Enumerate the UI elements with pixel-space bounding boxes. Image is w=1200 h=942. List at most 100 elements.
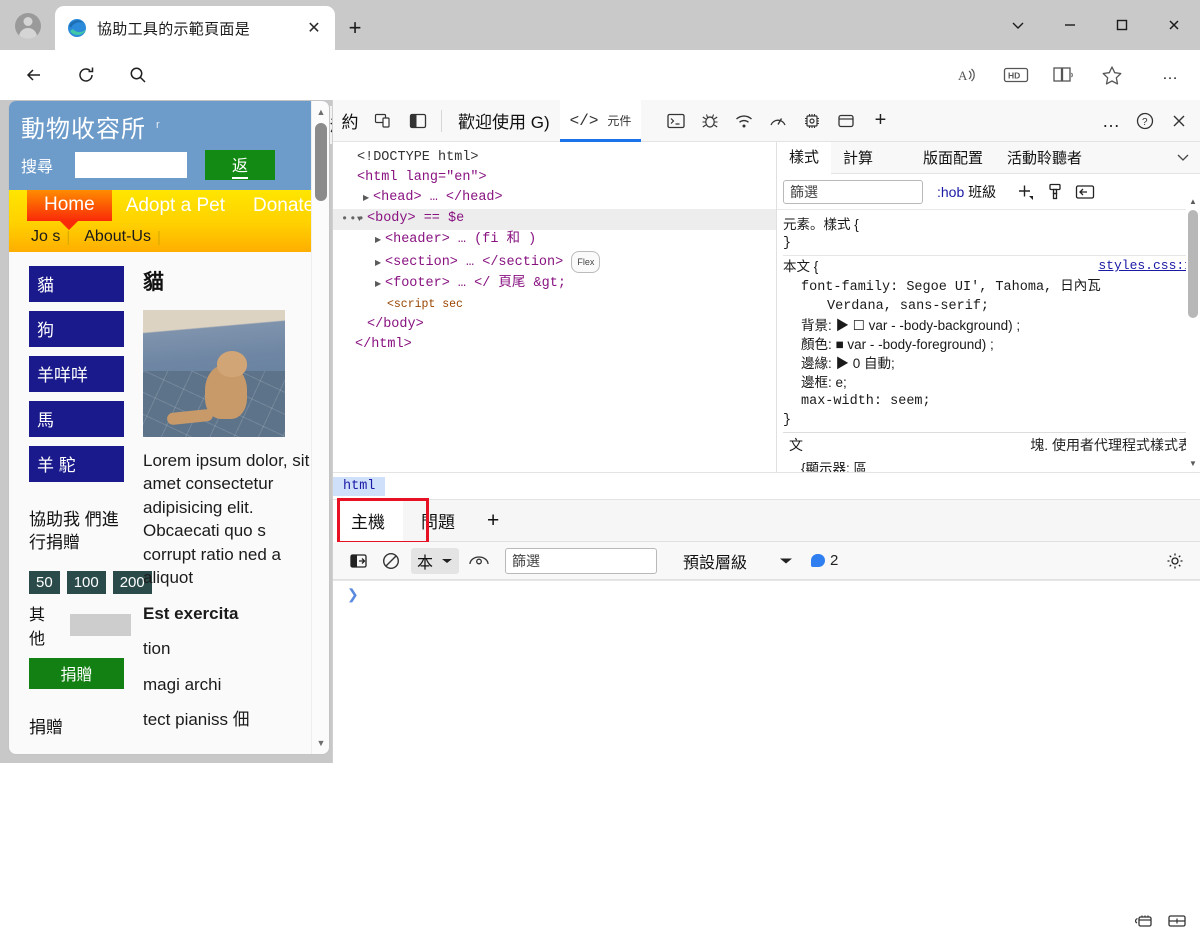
profile-button[interactable]: [8, 8, 48, 44]
element-state-brush-icon[interactable]: [1040, 179, 1070, 205]
restore-drawer-icon[interactable]: [1126, 906, 1160, 936]
pseudo-class-toggle[interactable]: :hob 班級: [937, 182, 996, 202]
declaration-margin[interactable]: 邊緣: ▶ 0 自動;: [783, 354, 1194, 373]
console-settings-gear-icon[interactable]: [1158, 542, 1192, 580]
declaration-max-width[interactable]: max-width: seem;: [783, 392, 1194, 411]
styles-scroll-thumb[interactable]: [1188, 210, 1198, 318]
dom-row-menu-icon[interactable]: •••: [341, 209, 366, 229]
minimize-button[interactable]: [1044, 1, 1096, 49]
nav-item-home[interactable]: Home: [27, 190, 112, 221]
scroll-up-icon[interactable]: ▲: [312, 103, 329, 121]
category-horse[interactable]: 馬: [29, 401, 124, 437]
dom-line-html-close[interactable]: </html>: [333, 335, 776, 355]
console-context-selector[interactable]: 本: [411, 547, 460, 574]
devtools-help-icon[interactable]: ?: [1128, 106, 1162, 136]
scroll-thumb[interactable]: [315, 123, 327, 201]
declaration-display[interactable]: {顯示器: 區: [783, 459, 1200, 472]
console-output[interactable]: ❯: [333, 580, 1200, 763]
declaration-font-family-cont[interactable]: Verdana, sans-serif;: [783, 297, 1194, 316]
clear-console-icon[interactable]: [375, 547, 407, 575]
tab-layout[interactable]: 版面配置: [911, 142, 995, 174]
dom-tree-pane[interactable]: <!DOCTYPE html> <html lang="en"> ▶ <head>…: [333, 142, 777, 472]
flex-badge[interactable]: Flex: [571, 251, 601, 273]
nav-item-adopt[interactable]: Adopt a Pet: [112, 190, 239, 217]
style-rule-element-style[interactable]: 元素。樣式 { }: [783, 214, 1200, 255]
expand-caret-section-icon[interactable]: ▶: [375, 254, 385, 274]
declaration-color[interactable]: 顏色: ■ var - -body-foreground) ;: [783, 335, 1194, 354]
scroll-down-icon[interactable]: ▼: [312, 734, 329, 752]
performance-gauge-icon[interactable]: [761, 106, 795, 136]
devtools-close-icon[interactable]: [1162, 106, 1196, 136]
debug-bug-icon[interactable]: [693, 106, 727, 136]
tab-close-icon[interactable]: ✕: [301, 15, 327, 41]
drawer-add-tab-button[interactable]: +: [473, 500, 513, 542]
declaration-font-family[interactable]: font-family: Segoe UI', Tahoma, 日內瓦: [783, 278, 1194, 297]
styles-scrollbar[interactable]: ▲ ▼: [1186, 194, 1200, 472]
application-panel-icon[interactable]: [829, 106, 863, 136]
style-rule-body[interactable]: 本文 { styles.css:1 font-family: Segoe UI'…: [783, 255, 1200, 432]
dom-line-header[interactable]: ▶ <header> … (fi 和 ): [333, 230, 776, 251]
amount-100[interactable]: 100: [66, 570, 106, 594]
expand-caret-header-icon[interactable]: ▶: [375, 231, 385, 251]
declaration-border[interactable]: 邊框: e;: [783, 373, 1194, 392]
breadcrumb-item-html[interactable]: html: [333, 476, 386, 496]
memory-chip-icon[interactable]: [795, 106, 829, 136]
tab-welcome[interactable]: 歡迎使用 G): [448, 100, 560, 142]
maximize-button[interactable]: [1096, 1, 1148, 49]
page-scrollbar[interactable]: ▲ ▼: [311, 101, 329, 754]
devtools-more-icon[interactable]: …: [1094, 106, 1128, 136]
back-button[interactable]: [16, 58, 52, 92]
category-cat[interactable]: 貓: [29, 266, 124, 302]
hd-badge-icon[interactable]: HD: [998, 58, 1034, 92]
other-amount-input[interactable]: [69, 613, 131, 636]
console-log-level-selector[interactable]: 預設層級: [683, 549, 793, 573]
tab-computed[interactable]: 計算: [831, 142, 885, 174]
dom-line-footer[interactable]: ▶ <footer> … </ 頁尾 &gt;: [333, 274, 776, 295]
drawer-tab-console[interactable]: 主機: [333, 499, 403, 542]
console-prompt-icon[interactable]: ❯: [333, 581, 1200, 604]
dom-line-doctype[interactable]: <!DOCTYPE html>: [333, 148, 776, 168]
styles-scroll-up-icon[interactable]: ▲: [1186, 194, 1200, 208]
styles-tabs-overflow-chevron-icon[interactable]: [1174, 148, 1192, 166]
styles-filter-input[interactable]: 篩選: [783, 179, 923, 204]
console-icon[interactable]: [659, 106, 693, 136]
new-style-rule-icon[interactable]: [1010, 179, 1040, 205]
browser-more-icon[interactable]: …: [1152, 58, 1188, 92]
amount-50[interactable]: 50: [29, 570, 60, 594]
read-aloud-icon[interactable]: A: [950, 58, 986, 92]
dom-line-head[interactable]: ▶ <head> … </head>: [333, 188, 776, 209]
drawer-tab-issues[interactable]: 問題: [403, 500, 473, 542]
new-tab-button[interactable]: +: [340, 14, 370, 42]
toggle-styles-sidebar-icon[interactable]: [1070, 179, 1100, 205]
browser-tab[interactable]: 協助工具的示範頁面是 ✕: [55, 6, 335, 50]
tab-elements[interactable]: </> 元件: [559, 99, 642, 142]
execution-context-icon[interactable]: [343, 547, 375, 575]
search-submit-button[interactable]: 返: [205, 150, 276, 180]
nav-item-jobs[interactable]: Jo s: [31, 228, 60, 246]
live-expression-eye-icon[interactable]: [463, 547, 495, 575]
style-rule-user-agent[interactable]: 文 塊. 使用者代理程式樣式表: [783, 432, 1200, 459]
declaration-background[interactable]: 背景: ▶ ☐ var - -body-background) ;: [783, 316, 1194, 335]
expand-caret-footer-icon[interactable]: ▶: [375, 275, 385, 295]
dom-line-script[interactable]: <script sec: [333, 295, 776, 315]
category-dog[interactable]: 狗: [29, 311, 124, 347]
reload-button[interactable]: [68, 58, 104, 92]
search-icon[interactable]: [120, 58, 156, 92]
nav-item-about[interactable]: About-Us: [84, 228, 151, 246]
search-input[interactable]: [75, 152, 188, 178]
category-sheep[interactable]: 羊咩咩: [29, 356, 124, 392]
dock-side-icon[interactable]: [401, 106, 435, 136]
device-toolbar-icon[interactable]: [367, 106, 401, 136]
console-filter-input[interactable]: 篩選: [505, 547, 658, 574]
network-wifi-icon[interactable]: [727, 106, 761, 136]
tab-event-listeners[interactable]: 活動聆聽者: [995, 142, 1094, 174]
favorite-star-icon[interactable]: [1094, 58, 1130, 92]
dom-line-body-close[interactable]: </body>: [333, 315, 776, 335]
tab-styles[interactable]: 樣式: [777, 142, 832, 174]
expand-caret-head-icon[interactable]: ▶: [363, 189, 373, 209]
tab-list-chevron-icon[interactable]: [992, 1, 1044, 49]
dom-line-body[interactable]: ••• ▼ <body> == $e: [333, 209, 776, 230]
category-alpaca[interactable]: 羊 駝: [29, 446, 124, 482]
dock-drawer-icon[interactable]: [1160, 906, 1194, 936]
rule-source-link[interactable]: styles.css:1: [1098, 256, 1192, 275]
